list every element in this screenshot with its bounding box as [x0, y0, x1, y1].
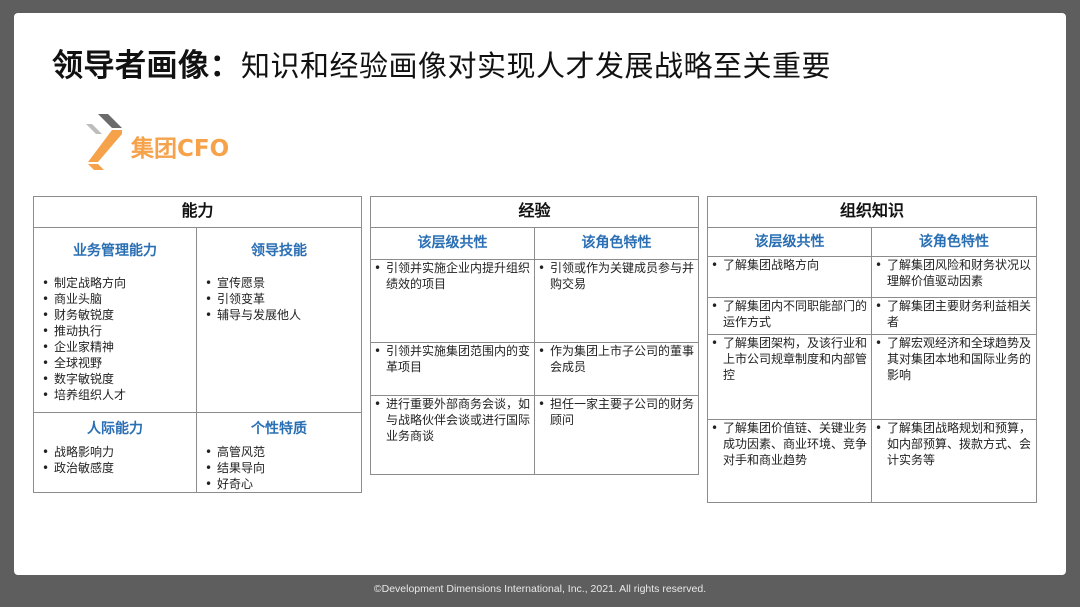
knowledge-col1: 该层级共性: [707, 227, 872, 257]
experience-row1-col1: 引领并实施企业内提升组织绩效的项目: [370, 259, 535, 343]
list-item: 商业头脑: [39, 291, 196, 307]
ability-biz-title: 业务管理能力: [73, 243, 157, 259]
knowledge-header: 组织知识: [706, 196, 1038, 228]
list-item: 好奇心: [202, 476, 361, 492]
copyright-footer: ©Development Dimensions International, I…: [373, 583, 707, 595]
list-item: 全球视野: [39, 355, 196, 371]
knowledge-col2: 该角色特性: [870, 227, 1038, 257]
ability-people-cell: 人际能力 战略影响力 政治敏感度: [33, 412, 197, 493]
list-item: 了解集团价值链、关键业务成功因素、商业环境、竞争对手和商业趋势: [708, 420, 871, 468]
list-item: 了解集团风险和财务状况以理解价值驱动因素: [872, 257, 1036, 289]
list-item: 了解宏观经济和全球趋势及其对集团本地和国际业务的影响: [872, 335, 1036, 383]
knowledge-row1-col2: 了解集团风险和财务状况以理解价值驱动因素: [870, 256, 1038, 298]
list-item: 了解集团战略规划和预算，如内部预算、拨款方式、会计实务等: [872, 420, 1036, 468]
knowledge-row2-col1: 了解集团内不同职能部门的运作方式: [707, 297, 872, 335]
list-item: 企业家精神: [39, 339, 196, 355]
ability-biz-cell: 业务管理能力 制定战略方向 商业头脑 财务敏锐度 推动执行 企业家精神 全球视野…: [33, 227, 197, 413]
list-item: 了解集团主要财务利益相关者: [872, 298, 1036, 330]
experience-row3-col2: 担任一家主要子公司的财务顾问: [533, 395, 700, 475]
list-item: 制定战略方向: [39, 275, 196, 291]
list-item: 担任一家主要子公司的财务顾问: [535, 396, 698, 428]
knowledge-row3-col1: 了解集团架构，及该行业和上市公司规章制度和内部管控: [707, 334, 872, 420]
brand-label: 集团CFO: [131, 136, 230, 162]
list-item: 高管风范: [202, 444, 361, 460]
ability-trait-cell: 个性特质 高管风范 结果导向 好奇心: [195, 412, 363, 493]
knowledge-row4-col2: 了解集团战略规划和预算，如内部预算、拨款方式、会计实务等: [870, 419, 1038, 503]
experience-row2-col2: 作为集团上市子公司的董事会成员: [533, 342, 700, 396]
list-item: 引领并实施集团范围内的变革项目: [371, 343, 534, 375]
knowledge-row1-col1: 了解集团战略方向: [707, 256, 872, 298]
experience-col2: 该角色特性: [533, 227, 700, 260]
list-item: 了解集团内不同职能部门的运作方式: [708, 298, 871, 330]
experience-row3-col1: 进行重要外部商务会谈，如与战略伙伴会谈或进行国际业务商谈: [370, 395, 535, 475]
list-item: 数字敏锐度: [39, 371, 196, 387]
knowledge-row4-col1: 了解集团价值链、关键业务成功因素、商业环境、竞争对手和商业趋势: [707, 419, 872, 503]
ability-biz-list: 制定战略方向 商业头脑 财务敏锐度 推动执行 企业家精神 全球视野 数字敏锐度 …: [39, 275, 196, 403]
knowledge-table: 组织知识 该层级共性 该角色特性 了解集团战略方向 了解集团风险和财务状况以理解…: [706, 196, 1038, 503]
experience-table: 经验 该层级共性 该角色特性 引领并实施企业内提升组织绩效的项目 引领或作为关键…: [369, 196, 700, 475]
list-item: 进行重要外部商务会谈，如与战略伙伴会谈或进行国际业务商谈: [371, 396, 534, 444]
list-item: 辅导与发展他人: [202, 307, 361, 323]
list-item: 培养组织人才: [39, 387, 196, 403]
experience-row1-col2: 引领或作为关键成员参与并购交易: [533, 259, 700, 343]
ability-trait-title: 个性特质: [251, 421, 307, 437]
title-rest: 知识和经验画像对实现人才发展战略至关重要: [241, 49, 832, 83]
experience-row2-col1: 引领并实施集团范围内的变革项目: [370, 342, 535, 396]
ability-trait-list: 高管风范 结果导向 好奇心: [202, 444, 361, 492]
knowledge-row2-col2: 了解集团主要财务利益相关者: [870, 297, 1038, 335]
list-item: 作为集团上市子公司的董事会成员: [535, 343, 698, 375]
list-item: 引领变革: [202, 291, 361, 307]
slide-title: 领导者画像：知识和经验画像对实现人才发展战略至关重要: [52, 40, 831, 85]
list-item: 推动执行: [39, 323, 196, 339]
list-item: 政治敏感度: [39, 460, 196, 476]
ability-lead-title: 领导技能: [251, 243, 307, 259]
ability-people-list: 战略影响力 政治敏感度: [39, 444, 196, 476]
ability-lead-cell: 领导技能 宣传愿景 引领变革 辅导与发展他人: [195, 227, 363, 413]
ability-lead-list: 宣传愿景 引领变革 辅导与发展他人: [202, 275, 361, 323]
experience-col1: 该层级共性: [370, 227, 535, 260]
title-bold: 领导者画像：: [52, 48, 241, 84]
list-item: 宣传愿景: [202, 275, 361, 291]
chevron-logo-icon: [86, 114, 122, 170]
list-item: 引领并实施企业内提升组织绩效的项目: [371, 260, 534, 292]
list-item: 结果导向: [202, 460, 361, 476]
knowledge-row3-col2: 了解宏观经济和全球趋势及其对集团本地和国际业务的影响: [870, 334, 1038, 420]
list-item: 了解集团战略方向: [708, 257, 871, 273]
list-item: 了解集团架构，及该行业和上市公司规章制度和内部管控: [708, 335, 871, 383]
ability-people-title: 人际能力: [87, 421, 143, 437]
list-item: 战略影响力: [39, 444, 196, 460]
list-item: 引领或作为关键成员参与并购交易: [535, 260, 698, 292]
list-item: 财务敏锐度: [39, 307, 196, 323]
experience-header: 经验: [369, 196, 700, 228]
ability-header: 能力: [32, 196, 363, 228]
ability-table: 能力 业务管理能力 制定战略方向 商业头脑 财务敏锐度 推动执行 企业家精神 全…: [32, 196, 363, 493]
